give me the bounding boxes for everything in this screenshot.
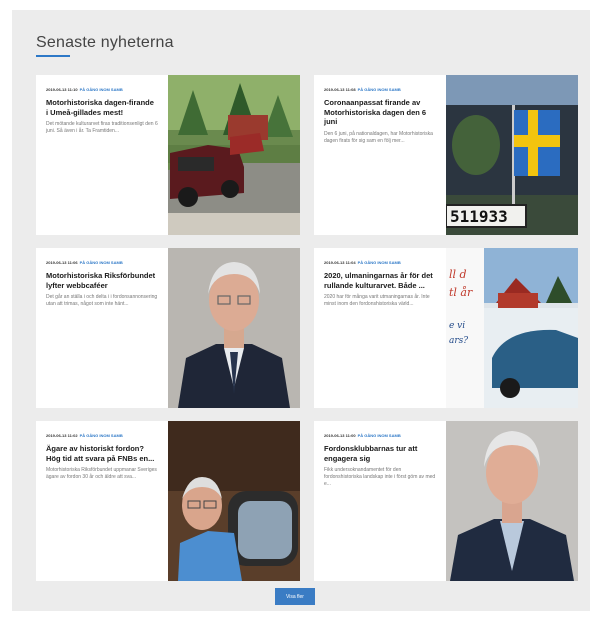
post-excerpt: Det går an ställa i och delta i i fordon… [46,294,158,307]
category-link[interactable]: PÅ GÅNG INOM SAMB [80,260,123,265]
post-title[interactable]: Motorhistoriska dagen-firande i Umeå-gil… [46,98,158,117]
post-meta: 2019-06-13 11:08 PÅ GÅNG INOM SAMB [324,87,401,92]
post-excerpt: Motorhistoriska Riksförbundet uppmanar S… [46,467,157,480]
driver-photo[interactable] [168,421,300,581]
news-card[interactable]: 2019-06-13 11:00 PÅ GÅNG INOM SAMB Fordon… [314,421,578,581]
post-meta: 2019-06-13 11:10 PÅ GÅNG INOM SAMB [46,87,123,92]
category-link[interactable]: PÅ GÅNG INOM SAMB [358,87,401,92]
news-card[interactable]: 2019-06-13 11:02 PÅ GÅNG INOM SAMB Ägare … [36,421,300,581]
load-more-button[interactable]: Visa fler [275,588,315,605]
post-title[interactable]: 2020, ulmaningarnas år för det rullande … [324,271,436,290]
category-link[interactable]: PÅ GÅNG INOM SAMB [80,87,123,92]
news-card[interactable]: 2019-06-13 11:06 PÅ GÅNG INOM SAMB Motorh… [36,248,300,408]
post-excerpt: Fikk undersoknandamentet för den fordons… [324,467,436,487]
post-meta: 2019-06-13 11:02 PÅ GÅNG INOM SAMB [46,433,123,438]
title-underline [36,55,70,57]
post-excerpt: Den 6 juni, på nationaldagen, har Motorh… [324,130,433,144]
portrait-photo[interactable] [168,248,300,408]
news-card[interactable]: 2019-06-13 11:10 PÅ GÅNG INOM SAMB Motorh… [36,75,300,235]
section-title: Senaste nyheterna [36,34,174,51]
post-excerpt: 2020 har för många varit utmaningarnas å… [324,294,430,307]
magazine-cover-photo[interactable]: ll d tl år e vi ars? [446,248,578,408]
post-meta: 2019-06-13 11:04 PÅ GÅNG INOM SAMB [324,260,401,265]
post-meta: 2019-06-13 11:06 PÅ GÅNG INOM SAMB [46,260,123,265]
post-title[interactable]: Fordonsklubbarnas tur att engagera sig [324,444,436,463]
post-title[interactable]: Ägare av historiskt fordon? Hög tid att … [46,444,158,463]
news-card[interactable]: 2019-06-13 11:04 PÅ GÅNG INOM SAMB 2020, … [314,248,578,408]
svg-text:511933: 511933 [450,207,508,226]
post-title[interactable]: Motorhistoriska Riksförbundet lyfter web… [46,271,158,290]
swedish-flag-car-photo[interactable]: 511933 [446,75,578,235]
category-link[interactable]: PÅ GÅNG INOM SAMB [358,433,401,438]
post-excerpt: Det mötande kulturarvet firas traditions… [46,121,158,134]
category-link[interactable]: PÅ GÅNG INOM SAMB [80,433,123,438]
vintage-car-photo[interactable] [168,75,300,235]
svg-text:e vi: e vi [449,321,465,331]
portrait-photo-2[interactable] [446,421,578,581]
post-meta: 2019-06-13 11:00 PÅ GÅNG INOM SAMB [324,433,401,438]
svg-text:tl år: tl år [449,286,473,299]
post-title[interactable]: Coronaanpassat firande av Motorhistorisk… [324,98,436,127]
news-card[interactable]: 2019-06-13 11:08 PÅ GÅNG INOM SAMB Corona… [314,75,578,235]
news-section: Senaste nyheterna 2019-06-13 11:10 PÅ GÅN… [12,10,590,611]
svg-text:ll d: ll d [449,268,467,281]
svg-text:ars?: ars? [449,336,468,346]
category-link[interactable]: PÅ GÅNG INOM SAMB [358,260,401,265]
